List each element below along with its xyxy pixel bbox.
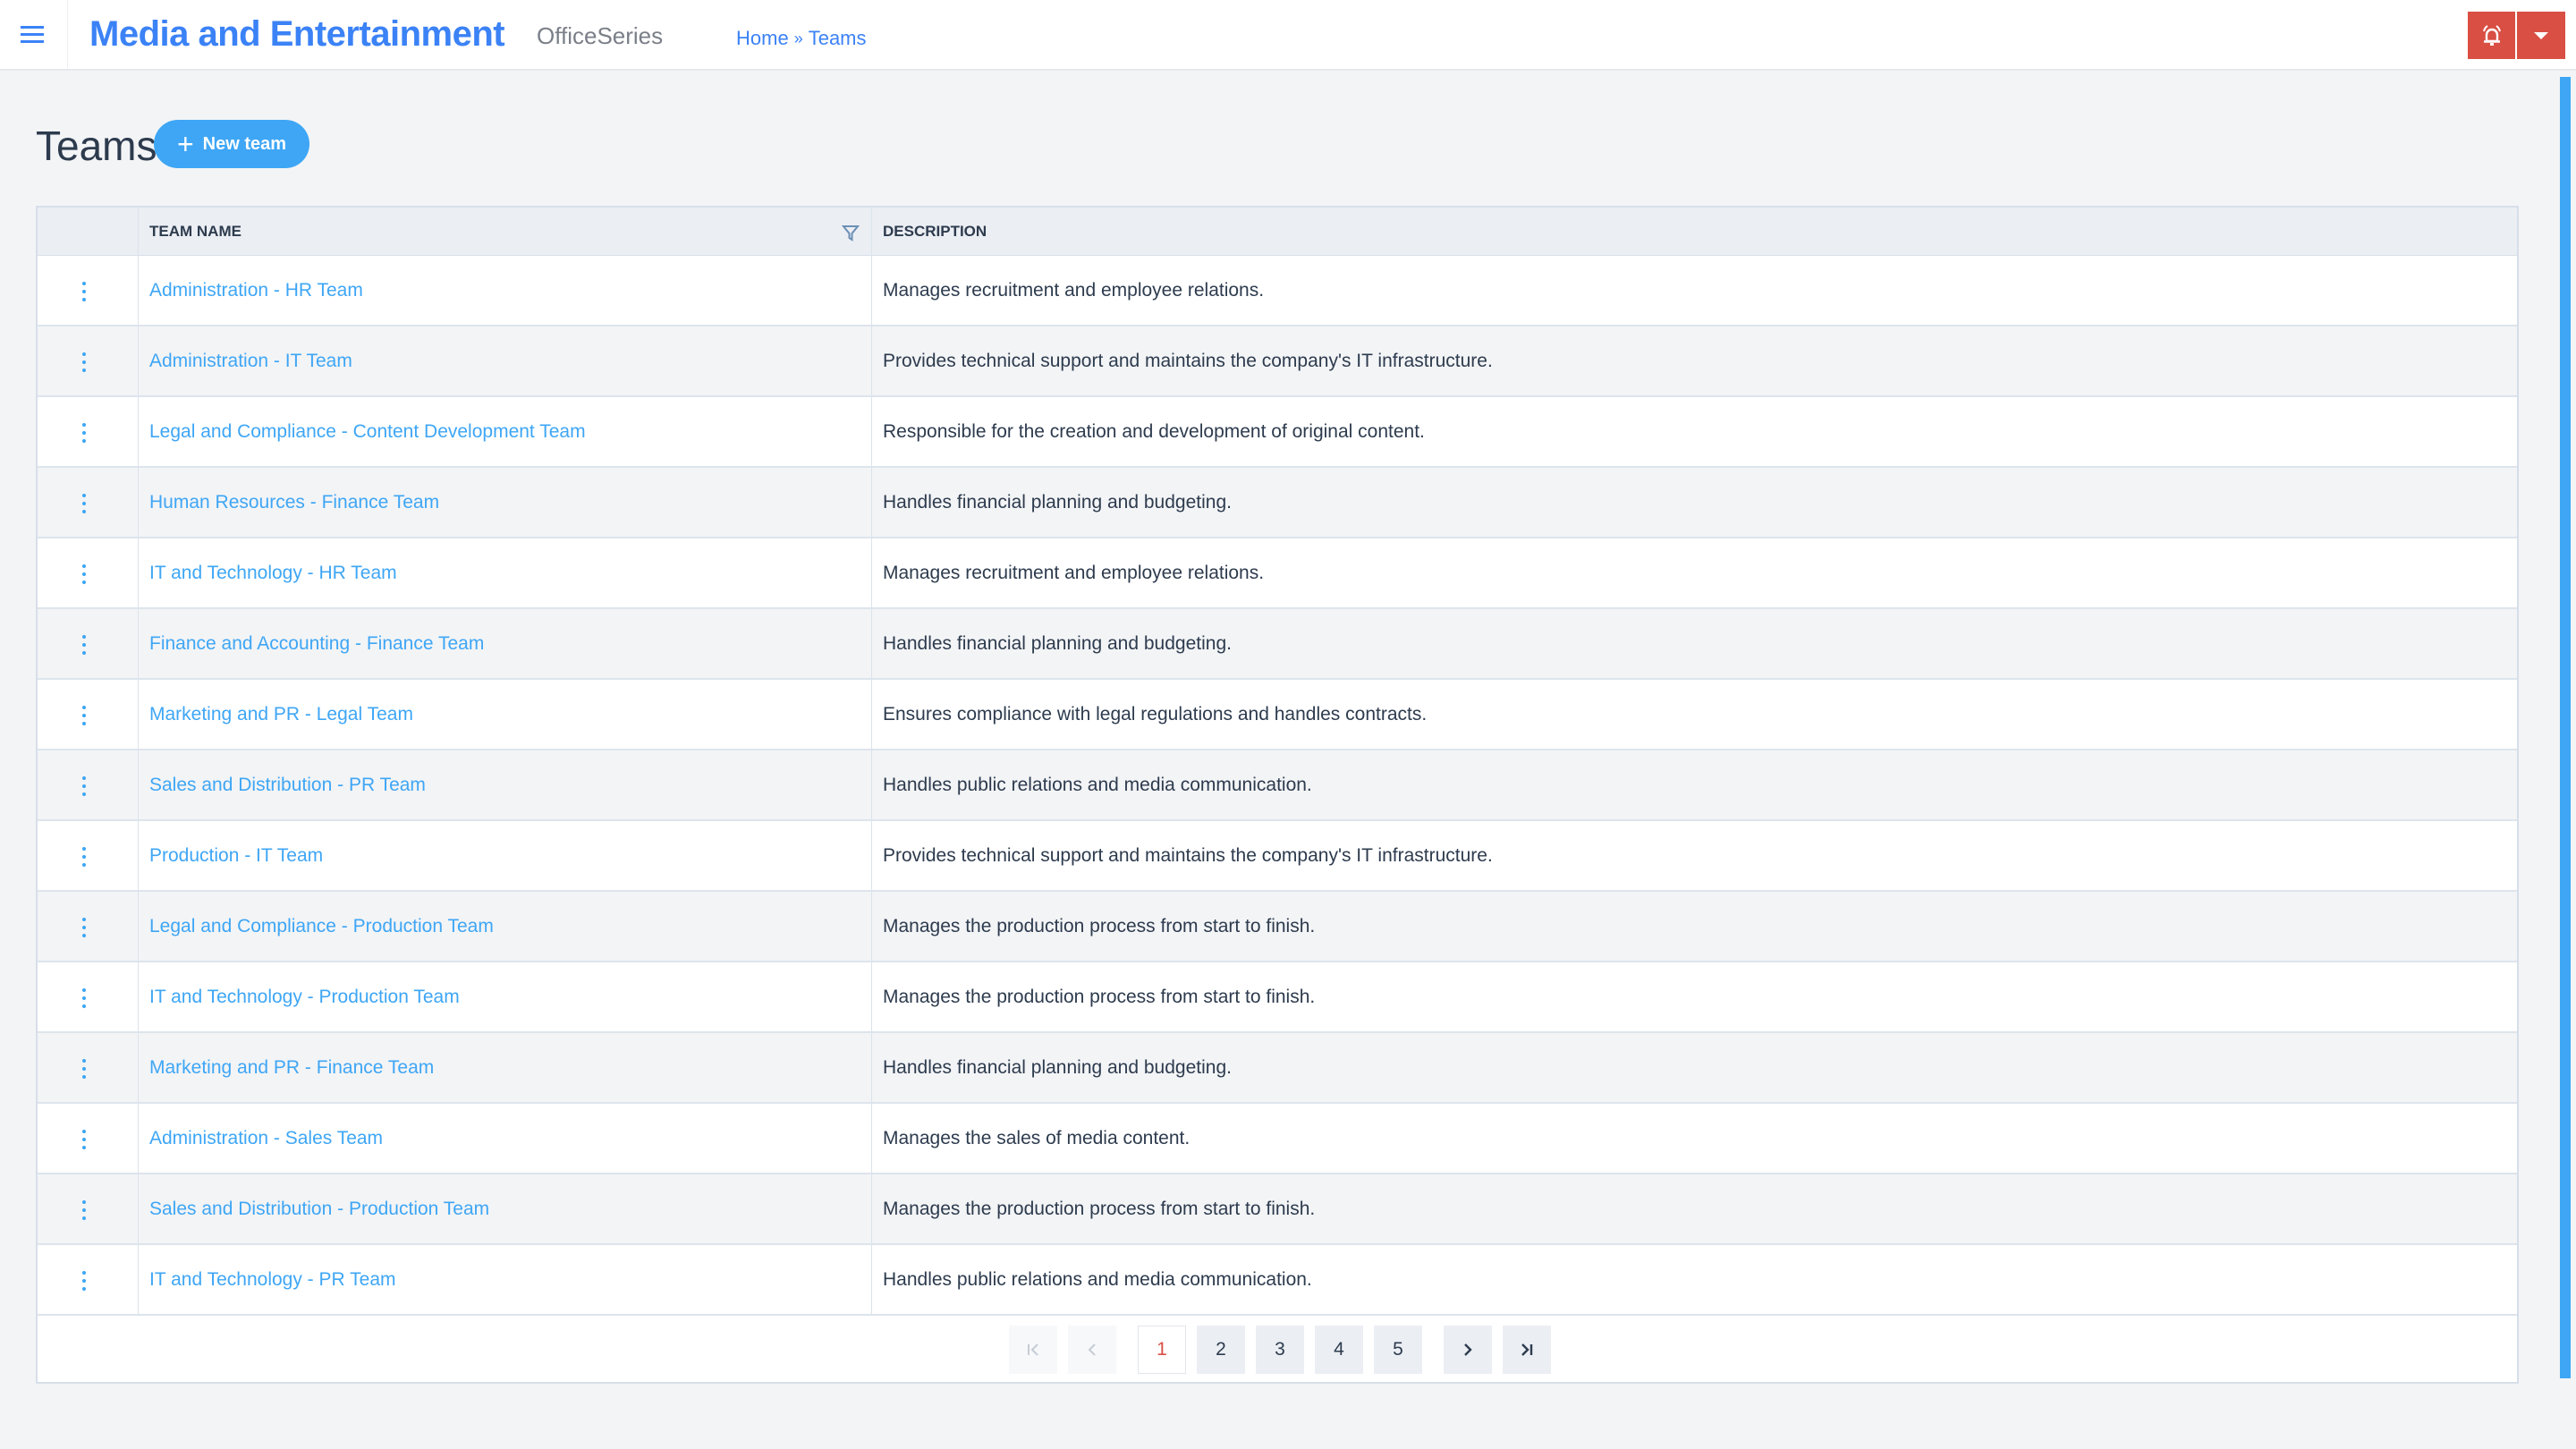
table-row: Administration - IT Team Provides technic… (38, 326, 2517, 397)
app-title[interactable]: Media and Entertainment (89, 9, 505, 59)
row-actions-button[interactable] (77, 1127, 91, 1152)
row-actions-button[interactable] (77, 915, 91, 940)
table-row: Sales and Distribution - Production Team… (38, 1174, 2517, 1245)
next-page-icon (1464, 1343, 1472, 1356)
table-row: Administration - HR Team Manages recruitm… (38, 256, 2517, 326)
column-divider (138, 208, 139, 1315)
breadcrumb-home[interactable]: Home (736, 27, 789, 49)
team-name-link[interactable]: Legal and Compliance - Production Team (149, 892, 494, 961)
team-name-link[interactable]: Legal and Compliance - Content Developme… (149, 397, 586, 466)
teams-table: TEAM NAME DESCRIPTION Administration - H… (36, 206, 2519, 1384)
caret-down-icon (2534, 31, 2548, 39)
row-actions-button[interactable] (77, 986, 91, 1011)
row-actions-button[interactable] (77, 1056, 91, 1081)
row-actions-button[interactable] (77, 491, 91, 516)
team-name-link[interactable]: IT and Technology - PR Team (149, 1245, 396, 1314)
top-navbar: Media and Entertainment OfficeSeries Hom… (0, 0, 2576, 71)
filter-icon[interactable] (841, 223, 860, 242)
breadcrumb-separator: » (793, 30, 803, 47)
page-button-4[interactable]: 4 (1315, 1326, 1363, 1374)
team-description: Ensures compliance with legal regulation… (883, 704, 1428, 724)
team-name-link[interactable]: Finance and Accounting - Finance Team (149, 609, 484, 678)
page-button-2[interactable]: 2 (1197, 1326, 1245, 1374)
pagination: 1 2 3 4 5 (38, 1326, 2517, 1379)
column-divider (871, 208, 872, 1315)
plus-icon: + (176, 128, 194, 160)
table-row: Production - IT Team Provides technical s… (38, 821, 2517, 892)
table-row: Legal and Compliance - Production Team Ma… (38, 892, 2517, 962)
team-description: Provides technical support and maintains… (883, 845, 1493, 866)
previous-page-button[interactable] (1068, 1326, 1116, 1374)
team-description: Manages the production process from star… (883, 987, 1316, 1007)
bell-alarm-icon (2482, 24, 2501, 46)
sidebar-toggle-button[interactable] (0, 0, 68, 70)
first-page-icon (1028, 1343, 1038, 1356)
table-row: Marketing and PR - Legal Team Ensures com… (38, 680, 2517, 750)
breadcrumb: Home» Teams (736, 24, 867, 53)
team-name-link[interactable]: Administration - HR Team (149, 256, 363, 325)
team-name-link[interactable]: IT and Technology - HR Team (149, 538, 397, 607)
row-actions-button[interactable] (77, 350, 91, 375)
page-button-5[interactable]: 5 (1374, 1326, 1422, 1374)
new-team-label: New team (202, 133, 287, 154)
team-description: Responsible for the creation and develop… (883, 421, 1425, 442)
table-row: Human Resources - Finance Team Handles fi… (38, 468, 2517, 538)
team-description: Handles public relations and media commu… (883, 775, 1312, 795)
row-actions-button[interactable] (77, 844, 91, 869)
app-subtitle: OfficeSeries (537, 22, 664, 49)
notifications-button[interactable] (2468, 12, 2515, 59)
next-page-button[interactable] (1444, 1326, 1492, 1374)
row-actions-button[interactable] (77, 279, 91, 304)
team-name-link[interactable]: Administration - Sales Team (149, 1104, 383, 1173)
team-description: Manages the production process from star… (883, 916, 1316, 936)
table-row: Legal and Compliance - Content Developme… (38, 397, 2517, 468)
team-description: Handles financial planning and budgeting… (883, 492, 1232, 513)
team-name-link[interactable]: Sales and Distribution - PR Team (149, 750, 426, 819)
table-row: IT and Technology - PR Team Handles publi… (38, 1245, 2517, 1316)
row-actions-button[interactable] (77, 703, 91, 728)
last-page-icon (1521, 1343, 1533, 1356)
page-button-1[interactable]: 1 (1138, 1326, 1186, 1374)
table-row: IT and Technology - HR Team Manages recru… (38, 538, 2517, 609)
column-header-actions (38, 208, 139, 256)
breadcrumb-teams[interactable]: Teams (809, 27, 867, 49)
table-row: Finance and Accounting - Finance Team Han… (38, 609, 2517, 680)
row-actions-button[interactable] (77, 1198, 91, 1223)
page-title: Teams (36, 123, 157, 169)
row-actions-button[interactable] (77, 562, 91, 587)
first-page-button[interactable] (1009, 1326, 1057, 1374)
row-actions-button[interactable] (77, 774, 91, 799)
table-header: TEAM NAME DESCRIPTION (38, 208, 2517, 256)
team-name-link[interactable]: Marketing and PR - Legal Team (149, 680, 413, 749)
team-description: Manages recruitment and employee relatio… (883, 280, 1265, 301)
table-row: Marketing and PR - Finance Team Handles f… (38, 1033, 2517, 1104)
row-actions-button[interactable] (77, 420, 91, 445)
team-description: Handles financial planning and budgeting… (883, 1057, 1232, 1078)
column-header-description[interactable]: DESCRIPTION (883, 208, 987, 256)
column-header-team-name[interactable]: TEAM NAME (149, 208, 242, 256)
last-page-button[interactable] (1503, 1326, 1551, 1374)
row-actions-button[interactable] (77, 632, 91, 657)
vertical-scrollbar[interactable] (2560, 77, 2571, 1378)
team-description: Manages recruitment and employee relatio… (883, 563, 1265, 583)
team-name-link[interactable]: Production - IT Team (149, 821, 323, 890)
team-name-link[interactable]: Sales and Distribution - Production Team (149, 1174, 489, 1243)
table-row: IT and Technology - Production Team Manag… (38, 962, 2517, 1033)
team-description: Handles financial planning and budgeting… (883, 633, 1232, 654)
table-row: Sales and Distribution - PR Team Handles … (38, 750, 2517, 821)
team-name-link[interactable]: IT and Technology - Production Team (149, 962, 460, 1031)
previous-page-icon (1088, 1343, 1096, 1356)
team-name-link[interactable]: Human Resources - Finance Team (149, 468, 439, 537)
notifications-dropdown-button[interactable] (2517, 12, 2565, 59)
team-name-link[interactable]: Marketing and PR - Finance Team (149, 1033, 434, 1102)
page-button-3[interactable]: 3 (1256, 1326, 1304, 1374)
new-team-button[interactable]: + New team (154, 120, 309, 168)
table-row: Administration - Sales Team Manages the s… (38, 1104, 2517, 1174)
team-description: Manages the sales of media content. (883, 1128, 1191, 1148)
team-name-link[interactable]: Administration - IT Team (149, 326, 352, 395)
team-description: Manages the production process from star… (883, 1199, 1316, 1219)
team-description: Provides technical support and maintains… (883, 351, 1493, 371)
team-description: Handles public relations and media commu… (883, 1269, 1312, 1290)
row-actions-button[interactable] (77, 1268, 91, 1293)
